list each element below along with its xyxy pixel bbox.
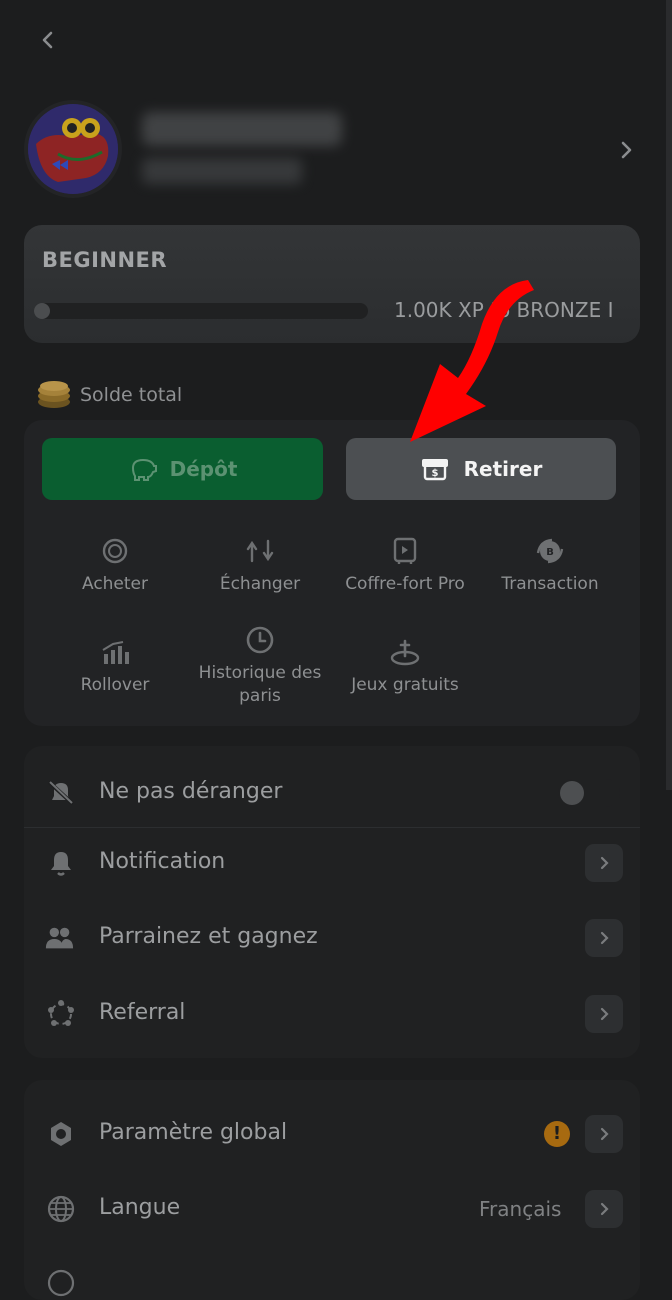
bell-icon [51,852,71,876]
transaction-icon: B [536,538,564,564]
global-settings-label: Paramètre global [99,1120,288,1145]
divider [24,827,640,828]
language-value: Français [479,1197,562,1221]
warning-icon: ! [544,1121,570,1147]
invite-label: Parrainez et gagnez [99,924,318,949]
withdraw-icon: $ [421,459,448,481]
language-label: Langue [99,1195,181,1220]
action-label: Échanger [219,574,301,594]
global-settings-chevron[interactable] [585,1115,623,1153]
back-chevron-icon[interactable] [34,26,62,54]
annotation-arrow-icon [410,280,534,442]
withdraw-label: Retirer [463,457,543,481]
deposit-button[interactable]: Dépôt [42,438,323,500]
action-label: Jeux gratuits [351,675,459,695]
referral-network-icon [48,1000,74,1026]
chevron-right-icon [600,856,609,870]
action-jeux-gratuits[interactable]: Jeux gratuits [332,636,478,697]
gear-icon [51,1122,71,1146]
joystick-icon [390,639,420,666]
balance-label: Solde total [80,384,183,406]
svg-text:B: B [546,547,554,558]
currency-icon [47,1269,75,1297]
action-coffre-fort-pro[interactable]: Coffre-fort Pro [332,535,478,596]
action-label: Transaction [501,574,599,594]
user-id-blurred [142,158,302,184]
action-label: Rollover [80,675,150,695]
referral-label: Referral [99,1000,186,1025]
swap-icon [246,539,274,563]
invite-chevron[interactable] [585,919,623,957]
svg-text:$: $ [431,468,438,479]
notification-chevron[interactable] [585,844,623,882]
action-label: Historique des paris [198,663,322,706]
chevron-right-icon [600,1202,609,1216]
username-blurred [142,112,342,146]
notification-label: Notification [99,849,226,874]
referral-chevron[interactable] [585,995,623,1033]
dnd-label: Ne pas déranger [99,779,283,804]
vip-level: BEGINNER [42,248,168,272]
globe-icon [47,1195,75,1223]
chart-icon [102,641,129,664]
monster-avatar-icon [28,104,118,194]
vip-card[interactable] [24,225,640,343]
action-historique-des-paris[interactable]: Historique des paris [187,624,333,708]
avatar[interactable] [28,104,118,194]
deposit-label: Dépôt [169,457,238,481]
action-label: Coffre-fort Pro [345,574,465,594]
vip-progress-track [34,303,368,319]
dnd-toggle-knob [560,781,584,805]
users-icon [45,927,74,949]
scrollbar[interactable] [666,0,672,790]
action-label: Acheter [81,574,149,594]
mute-bell-icon [47,780,75,806]
chevron-right-icon [600,931,609,945]
action-acheter[interactable]: Acheter [42,535,188,596]
profile-chevron-right-icon[interactable] [612,136,640,164]
coins-icon [38,381,70,408]
language-chevron[interactable] [585,1190,623,1228]
chevron-right-icon [600,1007,609,1021]
clock-icon [246,626,274,654]
vip-progress-indicator [34,303,50,319]
piggy-bank-icon [131,458,157,481]
chevron-right-icon [600,1127,609,1141]
action-rollover[interactable]: Rollover [42,636,188,697]
coin-icon [102,538,128,564]
action-echanger[interactable]: Échanger [187,535,333,596]
vault-icon [393,537,417,564]
action-transaction[interactable]: B Transaction [477,535,623,596]
